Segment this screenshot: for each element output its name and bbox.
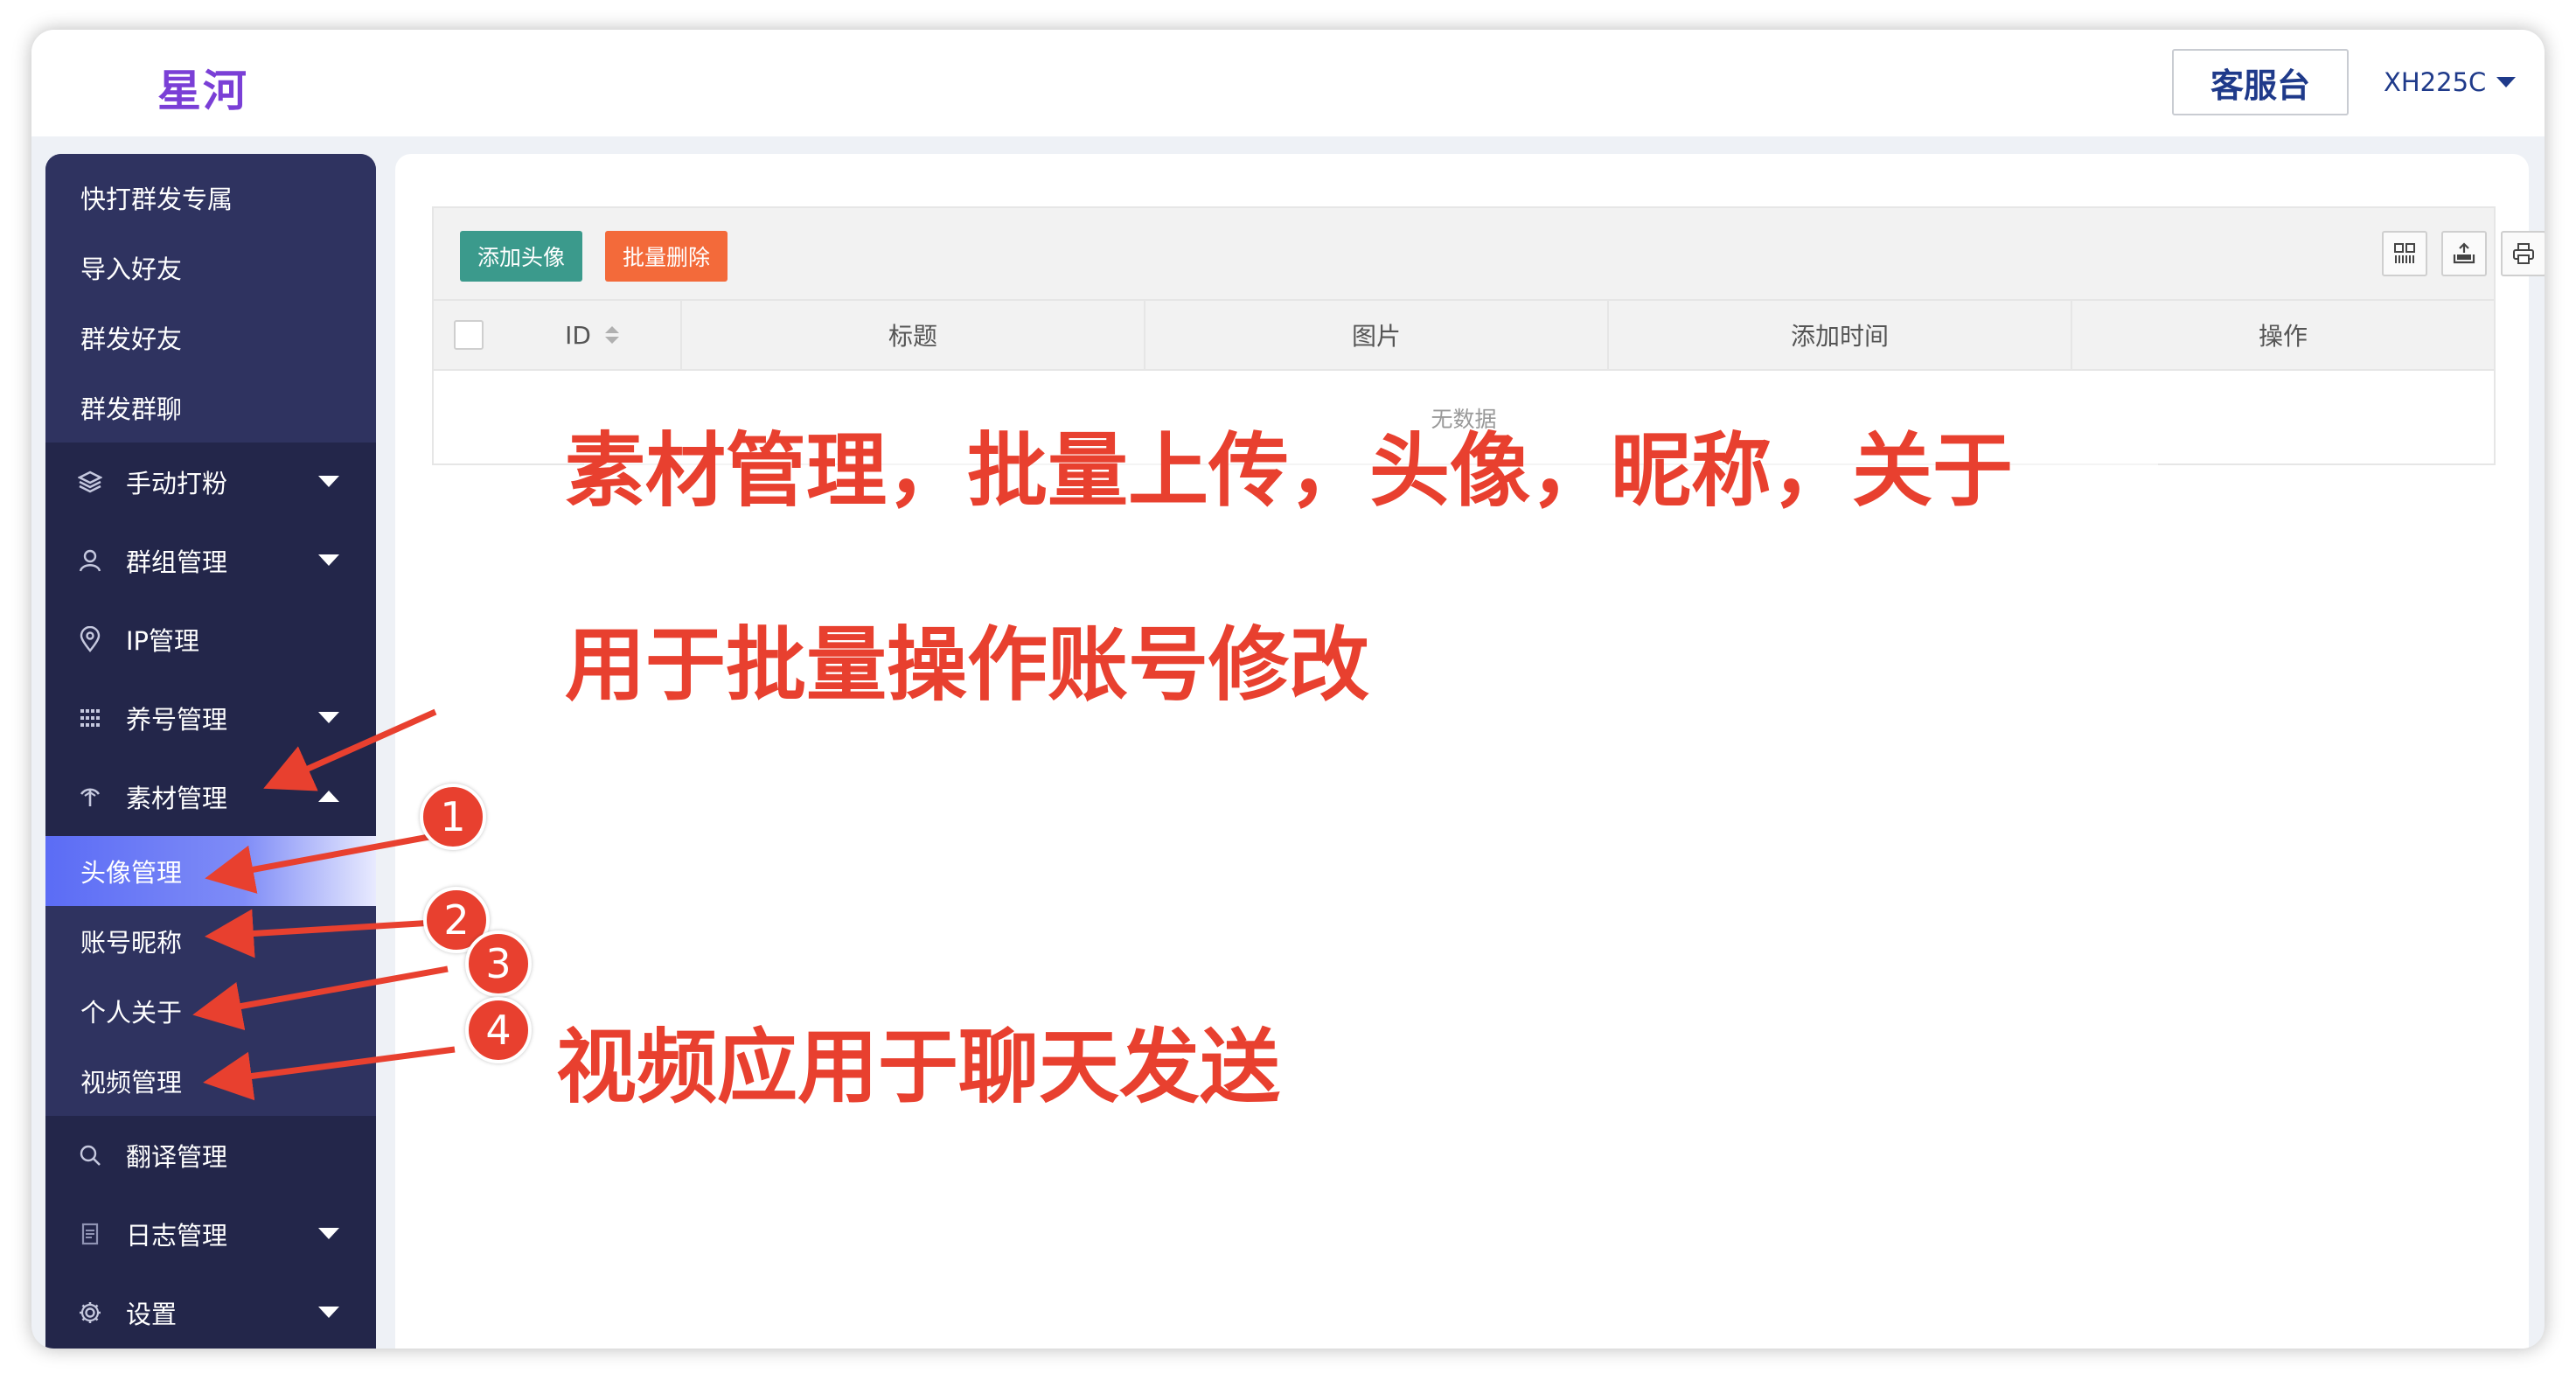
annotation-badge-1: 1 bbox=[420, 784, 486, 850]
arrow-to-video-management bbox=[203, 1046, 456, 1101]
annotation-badge-3: 3 bbox=[465, 930, 532, 997]
app-window: 星河 客服台 XH225C 快打群发专属 导入好友 群发好友 群发群聊 手动打粉… bbox=[31, 30, 2545, 1349]
arrow-to-avatar-management bbox=[205, 833, 435, 894]
arrow-to-personal-about bbox=[192, 965, 449, 1031]
arrow-to-material-menu bbox=[263, 708, 437, 791]
annotation-arrows bbox=[192, 708, 456, 1101]
arrow-to-account-nickname bbox=[205, 909, 450, 958]
annotation-badge-4: 4 bbox=[465, 997, 532, 1063]
